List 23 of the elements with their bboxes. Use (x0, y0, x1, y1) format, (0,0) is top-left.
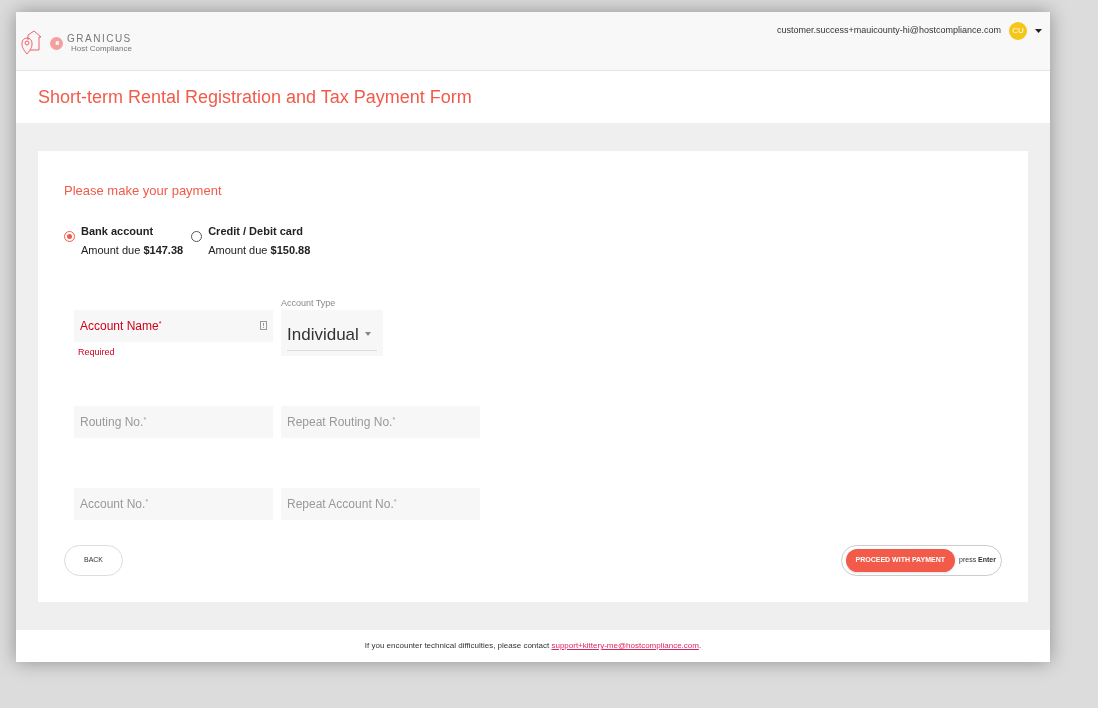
field-badge-icon (260, 321, 267, 330)
text-field[interactable]: Account Name$^{*}$ (74, 309, 273, 342)
error-message: Required (78, 345, 115, 359)
amount-due: Amount due $150.88 (208, 243, 311, 258)
dropdown-caret-icon (364, 332, 371, 337)
dropdown-caret-icon[interactable] (1035, 29, 1042, 33)
g-logo-icon (50, 36, 63, 50)
footer-text: If you encounter technical difficulties, please contact support+kittery-me@hostcompliance.com. (364, 640, 702, 652)
page-title: Short-term Rental Registration and Tax Payment Form (38, 85, 472, 109)
section-heading: Please make your payment (64, 182, 223, 200)
field-label: Account Type (281, 296, 336, 310)
user-email: customer.success+mauicounty-hi@hostcompliance.com (777, 24, 1001, 38)
text-field[interactable]: Repeat Routing No.$^{*}$ (281, 405, 480, 438)
brand-subtitle: Host Compliance (71, 44, 132, 53)
payment-option-label: Credit / Debit card (208, 223, 304, 239)
account-type-select[interactable]: Individual (281, 309, 383, 356)
payment-option-label: Bank account (81, 223, 155, 239)
text-field[interactable]: Routing No.$^{*}$ (74, 405, 273, 438)
amount-due: Amount due $147.38 (81, 243, 184, 258)
text-field[interactable]: Account No.$^{*}$ (74, 487, 273, 520)
text-field[interactable]: Repeat Account No.$^{*}$ (281, 487, 480, 520)
brand-name: GRANICUS (67, 33, 132, 44)
support-email-link[interactable]: support+kittery-me@hostcompliance.com (551, 641, 699, 650)
